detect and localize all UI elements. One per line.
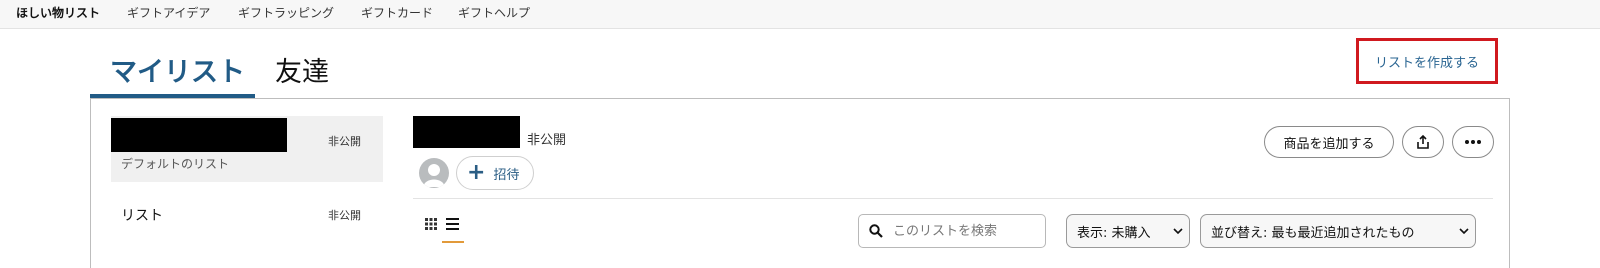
invite-button[interactable]: + 招待 [456,156,534,190]
filter-label: 表示: 未購入 [1077,225,1151,241]
nav-gift-wrapping[interactable]: ギフトラッピング [238,4,334,21]
invite-label: 招待 [493,167,520,183]
nav-gift-help[interactable]: ギフトヘルプ [458,4,530,21]
active-view-indicator [442,241,464,243]
sort-select[interactable]: 並び替え: 最も最近追加されたもの [1200,214,1476,248]
redacted-list-name [111,118,287,152]
more-icon [1465,140,1481,144]
nav-gift-ideas[interactable]: ギフトアイデア [127,4,210,21]
list-view-icon[interactable] [446,218,459,230]
share-button[interactable] [1402,126,1444,158]
search-icon [869,224,883,238]
detail-privacy-label: 非公開 [527,133,567,148]
list-privacy-label: 非公開 [328,209,361,222]
plus-icon: + [467,160,486,185]
create-list-link[interactable]: リストを作成する [1356,38,1498,84]
header-divider [413,198,1493,199]
top-nav: ほしい物リスト ギフトアイデア ギフトラッピング ギフトカード ギフトヘルプ [0,0,1600,29]
sort-label: 並び替え: 最も最近追加されたもの [1211,225,1415,241]
filter-select[interactable]: 表示: 未購入 [1066,214,1190,248]
redacted-list-title [413,116,520,148]
list-name: リスト [121,208,163,224]
search-input[interactable] [891,222,1035,240]
user-icon [423,164,445,187]
avatar [419,158,449,188]
chevron-down-icon [1173,227,1183,234]
chevron-down-icon [1459,227,1469,234]
grid-view-icon[interactable] [425,218,437,230]
default-list-label: デフォルトのリスト [121,157,230,171]
add-item-button[interactable]: 商品を追加する [1264,126,1394,158]
add-item-label: 商品を追加する [1283,136,1375,152]
tab-friends[interactable]: 友達 [275,50,329,89]
list-privacy-label: 非公開 [328,135,361,148]
nav-wishlist[interactable]: ほしい物リスト [16,4,100,21]
list-search-box[interactable] [858,214,1046,248]
tab-my-lists[interactable]: マイリスト [110,50,245,89]
more-options-button[interactable] [1452,126,1494,158]
nav-gift-cards[interactable]: ギフトカード [361,4,433,21]
share-icon [1417,134,1429,149]
